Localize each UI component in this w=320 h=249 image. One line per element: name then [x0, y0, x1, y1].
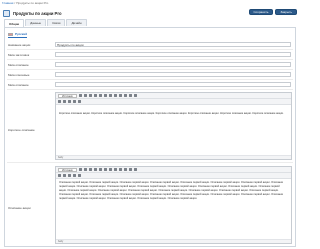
editor-toolbar-row-2 [56, 173, 291, 179]
bold-icon[interactable] [108, 168, 112, 171]
field-label: Короткое описание [8, 128, 35, 132]
breadcrumb-home-link[interactable]: Главная [2, 1, 13, 5]
page: Главная/Продукты по акции Pro Продукты п… [0, 0, 300, 249]
save-button[interactable]: Сохранить [248, 9, 274, 15]
tab-bar: Общие Данные Связи Дизайн [4, 19, 87, 27]
align-left-icon[interactable] [58, 174, 61, 177]
field-row-meta-description: Meta описание [5, 61, 295, 70]
field-label: Meta описание [8, 63, 29, 67]
meta-description-input[interactable] [55, 62, 291, 67]
divider [7, 162, 293, 163]
maximize-icon[interactable] [78, 94, 82, 97]
header-buttons: Сохранить Закрыть [248, 9, 297, 15]
language-tab[interactable]: Русский [8, 32, 28, 38]
align-center-icon[interactable] [63, 100, 66, 103]
short-description-text[interactable]: Короткое описание акции. Короткое описан… [59, 112, 288, 116]
paste-icon[interactable] [93, 94, 97, 97]
divider [7, 79, 293, 80]
language-label: Русский [15, 32, 28, 36]
field-row-meta-extra: Meta описание [5, 81, 295, 90]
description-text[interactable]: Описание первой акции. Описание первой а… [59, 181, 288, 201]
russian-flag-icon [8, 32, 13, 36]
field-label: Meta описание [8, 83, 29, 87]
close-button[interactable]: Закрыть [275, 9, 297, 15]
italic-icon[interactable] [113, 168, 117, 171]
meta-keywords-input[interactable] [55, 72, 291, 77]
page-header: Продукты по акции Pro Сохранить Закрыть [0, 6, 300, 20]
meta-extra-input[interactable] [55, 82, 291, 87]
field-row-short-description: Короткое описание Источник Короткое опис… [5, 92, 295, 164]
flag-icon[interactable] [78, 174, 81, 177]
redo-icon[interactable] [103, 168, 107, 171]
editor-path: body [56, 155, 291, 159]
image-icon[interactable] [133, 94, 137, 97]
align-left-icon[interactable] [58, 100, 61, 103]
list-icon[interactable] [123, 94, 127, 97]
undo-icon[interactable] [98, 168, 102, 171]
editor-path: body [56, 239, 291, 243]
align-center-icon[interactable] [63, 174, 66, 177]
divider [7, 89, 293, 90]
page-title: Продукты по акции Pro [13, 10, 62, 16]
cut-icon[interactable] [83, 168, 87, 171]
table-icon[interactable] [73, 100, 76, 103]
paste-icon[interactable] [93, 168, 97, 171]
divider [7, 49, 293, 50]
editor-toolbar-row-2 [56, 99, 291, 105]
field-label: Meta заголовок [8, 53, 30, 57]
tab-data[interactable]: Данные [25, 19, 47, 26]
divider [7, 69, 293, 70]
undo-icon[interactable] [98, 94, 102, 97]
tab-design[interactable]: Дизайн [66, 19, 87, 26]
source-button[interactable]: Источник [58, 93, 77, 98]
field-row-meta-title: Meta заголовок [5, 51, 295, 60]
underline-icon[interactable] [118, 168, 122, 171]
underline-icon[interactable] [118, 94, 122, 97]
table-icon[interactable] [73, 174, 76, 177]
bold-icon[interactable] [108, 94, 112, 97]
tab-links[interactable]: Связи [47, 19, 66, 26]
align-right-icon[interactable] [68, 174, 71, 177]
copy-icon[interactable] [88, 94, 92, 97]
field-row-name: Название акции Продукты по акции [5, 41, 295, 50]
field-label: Название акции [8, 43, 31, 47]
link-icon[interactable] [128, 94, 132, 97]
field-label: Meta ключевые [8, 73, 30, 77]
promo-name-input[interactable]: Продукты по акции [55, 42, 291, 47]
short-description-editor[interactable]: Источник Короткое описание акции. Коротк… [55, 92, 292, 160]
flag-icon[interactable] [78, 100, 81, 103]
breadcrumb-current: Продукты по акции Pro [16, 1, 49, 5]
italic-icon[interactable] [113, 94, 117, 97]
maximize-icon[interactable] [78, 168, 82, 171]
field-label: Описание акции [8, 206, 31, 210]
meta-title-input[interactable] [55, 52, 291, 57]
image-icon[interactable] [133, 168, 137, 171]
field-row-meta-keywords: Meta ключевые [5, 71, 295, 80]
list-icon[interactable] [123, 168, 127, 171]
description-editor[interactable]: Источник Описание первой акции. Описание… [55, 166, 292, 244]
link-icon[interactable] [128, 168, 132, 171]
source-button[interactable]: Источник [58, 167, 77, 172]
form-panel: Русский Название акции Продукты по акции… [4, 27, 296, 247]
tab-general[interactable]: Общие [4, 19, 25, 27]
promo-icon [3, 9, 10, 17]
cut-icon[interactable] [83, 94, 87, 97]
field-row-description: Описание акции Источник Описание первой … [5, 166, 295, 246]
align-right-icon[interactable] [68, 100, 71, 103]
copy-icon[interactable] [88, 168, 92, 171]
divider [7, 59, 293, 60]
redo-icon[interactable] [103, 94, 107, 97]
